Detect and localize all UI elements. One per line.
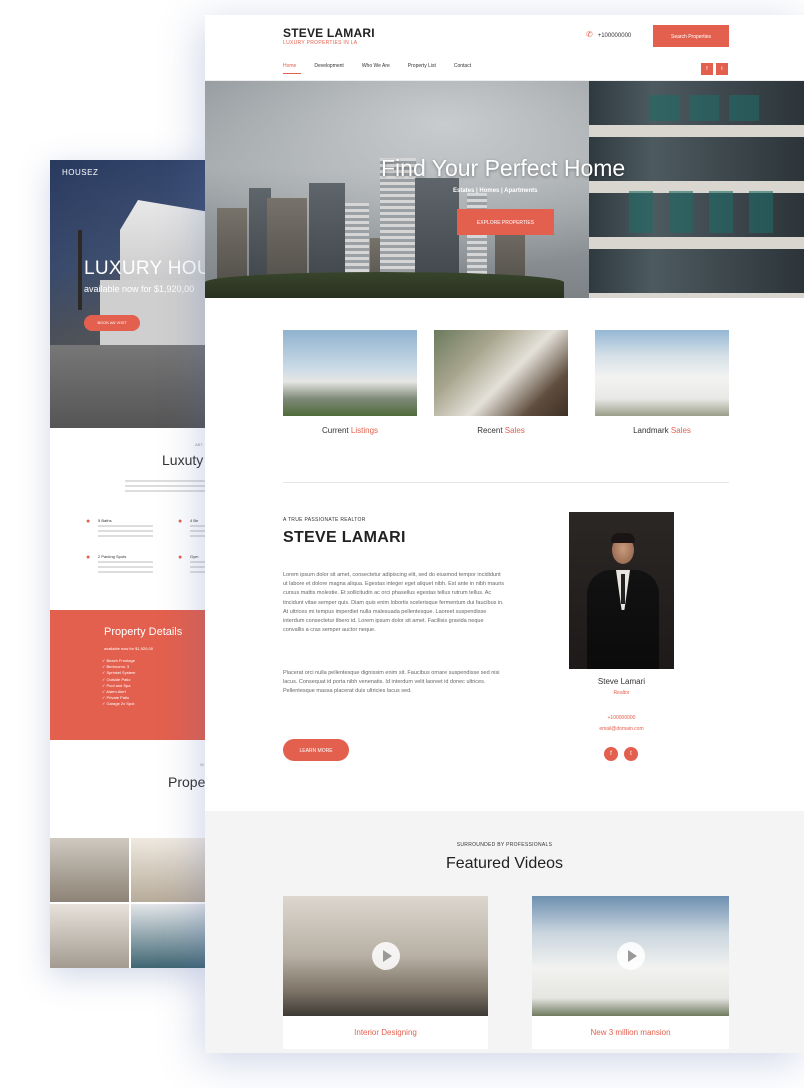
explore-properties-button[interactable]: EXPLORE PROPERTIES — [457, 209, 554, 235]
brand-logo[interactable]: STEVE LAMARI — [283, 26, 375, 40]
back-property-section: W Prope — [50, 740, 210, 838]
video-card[interactable]: Interior Designing — [283, 896, 488, 1049]
list-item: ✓ Garage 2x Spot — [102, 701, 135, 707]
back-feature-label: 2 Parking Spots — [98, 554, 127, 559]
car-icon: ● — [86, 554, 91, 561]
listings-section: Current Listings Recent Sales Landmark S… — [205, 298, 804, 483]
back-hero-subtitle: available now for $1,920,00 — [84, 284, 195, 294]
video-thumbnail[interactable] — [283, 896, 488, 1016]
back-page-preview: HOUSEZ LUXURY HOUS available now for $1,… — [50, 160, 210, 968]
twitter-icon[interactable]: t — [716, 63, 728, 75]
agent-section: A TRUE PASSIONATE REALTOR STEVE LAMARI L… — [205, 483, 804, 811]
back-details-list: ✓ Beach Frontage ✓ Bedrooms: 3 ✓ Sprinke… — [102, 658, 135, 708]
nav-development[interactable]: Development — [314, 63, 343, 69]
agent-card-name: Steve Lamari — [597, 677, 646, 686]
listing-card-recent[interactable]: Recent Sales — [434, 330, 568, 435]
facebook-icon[interactable]: f — [701, 63, 713, 75]
nav-property-list[interactable]: Property List — [408, 63, 436, 69]
agent-heading: STEVE LAMARI — [283, 529, 406, 546]
bed-icon: ● — [86, 518, 91, 525]
nav-active-indicator — [283, 73, 301, 74]
gallery-image[interactable] — [131, 838, 210, 902]
back-prop-heading: Prope — [168, 774, 206, 790]
back-feature-label: 4 Be — [190, 518, 199, 523]
listing-caption[interactable]: Landmark Sales — [595, 426, 729, 435]
play-icon[interactable] — [616, 942, 645, 970]
bed-icon: ● — [178, 518, 183, 525]
video-caption[interactable]: New 3 million mansion — [532, 1016, 729, 1049]
listing-caption[interactable]: Current Listings — [283, 426, 417, 435]
listing-image[interactable] — [283, 330, 417, 416]
back-hero-palm — [78, 230, 82, 310]
back-details-title: Property Details — [104, 626, 183, 638]
listing-image[interactable] — [434, 330, 568, 416]
agent-card-role: Realtor — [613, 690, 630, 696]
agent-photo — [569, 512, 674, 669]
agent-card-email[interactable]: email@domain.com — [569, 726, 674, 732]
main-nav: Home Development Who We Are Property Lis… — [283, 63, 489, 69]
back-logo[interactable]: HOUSEZ — [62, 168, 98, 177]
back-feature-label: Gym — [190, 554, 199, 559]
nav-home[interactable]: Home — [283, 63, 296, 69]
listing-card-current[interactable]: Current Listings — [283, 330, 417, 435]
agent-eyebrow: A TRUE PASSIONATE REALTOR — [283, 517, 366, 523]
videos-title: Featured Videos — [445, 855, 564, 872]
back-prop-eyebrow: W — [200, 762, 204, 767]
gallery-image[interactable] — [131, 904, 210, 968]
hero-foreground-building — [589, 81, 804, 298]
back-hero-title: LUXURY HOUS — [84, 258, 210, 279]
hero-title: Find Your Perfect Home — [381, 155, 626, 181]
header-phone[interactable]: ✆ +100000000 — [586, 30, 631, 39]
agent-bio-paragraph: Lorem ipsum dolor sit amet, consectetur … — [283, 572, 505, 634]
video-thumbnail[interactable] — [532, 896, 729, 1016]
agent-bio-paragraph: Placerat orci nulla pellentesque digniss… — [283, 670, 500, 695]
search-properties-button[interactable]: Search Properties — [653, 25, 729, 47]
back-details-subtitle: available now for $1,920,00 — [104, 646, 153, 651]
hero-trees — [205, 272, 565, 298]
gallery-image[interactable] — [50, 904, 129, 968]
site-header: STEVE LAMARI LUXURY PROPERTIES IN LA ✆ +1… — [205, 15, 804, 81]
listing-caption[interactable]: Recent Sales — [434, 426, 568, 435]
nav-who-we-are[interactable]: Who We Are — [362, 63, 390, 69]
facebook-icon[interactable]: f — [604, 747, 618, 761]
gallery-image[interactable] — [50, 838, 129, 902]
back-about-section: ABT Luxuty ● 5 Baths ● 4 Be ● 2 Parking … — [50, 428, 210, 610]
back-hero-button[interactable]: BOOK AN VISIT — [84, 315, 140, 331]
nav-contact[interactable]: Contact — [454, 63, 471, 69]
listing-image[interactable] — [595, 330, 729, 416]
back-about-eyebrow: ABT — [195, 442, 203, 447]
video-card[interactable]: New 3 million mansion — [532, 896, 729, 1049]
phone-icon: ✆ — [586, 30, 593, 39]
back-gallery — [50, 838, 210, 968]
pin-icon: ● — [178, 554, 183, 561]
back-hero: HOUSEZ LUXURY HOUS available now for $1,… — [50, 160, 210, 428]
back-hero-pool — [50, 345, 210, 428]
hero-banner: Find Your Perfect Home Estates | Homes |… — [205, 81, 804, 298]
twitter-icon[interactable]: t — [624, 747, 638, 761]
front-page-preview: STEVE LAMARI LUXURY PROPERTIES IN LA ✆ +1… — [205, 15, 804, 1053]
featured-videos-section: SURROUNDED BY PROFESSIONALS Featured Vid… — [205, 811, 804, 1053]
back-about-heading: Luxuty — [162, 452, 204, 468]
play-icon[interactable] — [371, 942, 400, 970]
back-about-text — [125, 480, 210, 495]
learn-more-button[interactable]: LEARN MORE — [283, 739, 349, 761]
videos-eyebrow: SURROUNDED BY PROFESSIONALS — [456, 842, 553, 848]
hero-subtitle: Estates | Homes | Apartments — [453, 188, 538, 194]
brand-tagline: LUXURY PROPERTIES IN LA — [283, 40, 358, 46]
back-feature-label: 5 Baths — [98, 518, 112, 523]
back-property-details: Property Details available now for $1,92… — [50, 610, 210, 740]
agent-card-phone[interactable]: +100000000 — [569, 715, 674, 721]
video-caption[interactable]: Interior Designing — [283, 1016, 488, 1049]
listing-card-landmark[interactable]: Landmark Sales — [595, 330, 729, 435]
